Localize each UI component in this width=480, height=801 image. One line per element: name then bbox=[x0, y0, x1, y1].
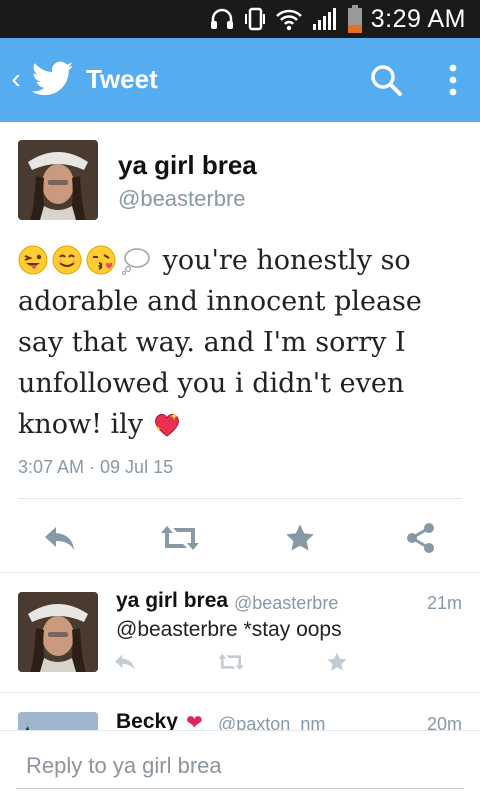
status-bar: 3:29 AM bbox=[0, 0, 480, 38]
smiling-face-emoji bbox=[52, 245, 82, 275]
back-button[interactable]: ‹ bbox=[6, 62, 26, 96]
search-icon[interactable] bbox=[366, 60, 406, 100]
reply-time: 21m bbox=[426, 593, 462, 613]
vibrate-icon bbox=[244, 7, 265, 31]
wifi-icon bbox=[275, 9, 302, 31]
signal-icon bbox=[312, 8, 336, 30]
reply-composer bbox=[0, 730, 480, 801]
divider bbox=[0, 572, 480, 573]
status-time: 3:29 AM bbox=[370, 4, 466, 33]
favorite-button[interactable] bbox=[322, 650, 352, 674]
avatar[interactable] bbox=[18, 140, 98, 220]
stuck-out-tongue-winking-emoji bbox=[18, 245, 48, 275]
reply-button[interactable] bbox=[38, 516, 82, 560]
sparkling-heart-emoji bbox=[154, 412, 179, 437]
share-icon bbox=[407, 523, 434, 553]
retweet-button[interactable] bbox=[216, 650, 246, 674]
divider bbox=[18, 498, 462, 499]
reply-actions bbox=[110, 650, 370, 674]
thought-balloon-emoji bbox=[122, 248, 150, 275]
reply-input[interactable] bbox=[16, 743, 464, 789]
favorite-icon bbox=[286, 524, 314, 551]
reply-text: @beasterbre *stay oops bbox=[116, 618, 342, 641]
divider bbox=[0, 692, 480, 693]
battery-icon bbox=[347, 5, 362, 33]
headphones-icon bbox=[210, 8, 233, 29]
retweet-icon bbox=[218, 654, 244, 670]
reply-button[interactable] bbox=[110, 650, 140, 674]
twitter-bird-icon[interactable] bbox=[32, 60, 74, 98]
reply-display-name[interactable]: ya girl brea bbox=[116, 589, 228, 613]
tweet-actions bbox=[0, 516, 480, 560]
reply-item[interactable]: ya girl brea @beasterbre 21m @beasterbre… bbox=[0, 576, 480, 690]
favorite-button[interactable] bbox=[278, 516, 322, 560]
display-name[interactable]: ya girl brea bbox=[118, 150, 257, 181]
favorite-icon bbox=[327, 652, 347, 671]
tweet-timestamp: 3:07 AM · 09 Jul 15 bbox=[18, 457, 174, 477]
tweet-text: you're honestly so adorable and innocent… bbox=[18, 240, 468, 445]
user-handle[interactable]: @beasterbre bbox=[118, 186, 246, 212]
tweet-detail: ya girl brea @beasterbre you're honestly… bbox=[0, 122, 480, 570]
retweet-icon bbox=[161, 526, 199, 550]
avatar[interactable] bbox=[18, 592, 98, 672]
app-title: Tweet bbox=[86, 64, 158, 94]
reply-icon bbox=[115, 654, 135, 670]
share-button[interactable] bbox=[398, 516, 442, 560]
more-options-icon[interactable] bbox=[436, 60, 470, 100]
app-bar: ‹ Tweet bbox=[0, 38, 480, 122]
reply-icon bbox=[45, 527, 74, 550]
reply-item[interactable]: Becky ❤ @paxton_nm 20m bbox=[0, 694, 480, 734]
kissing-face-emoji bbox=[86, 245, 116, 275]
retweet-button[interactable] bbox=[158, 516, 202, 560]
reply-handle[interactable]: @beasterbre bbox=[234, 593, 338, 614]
